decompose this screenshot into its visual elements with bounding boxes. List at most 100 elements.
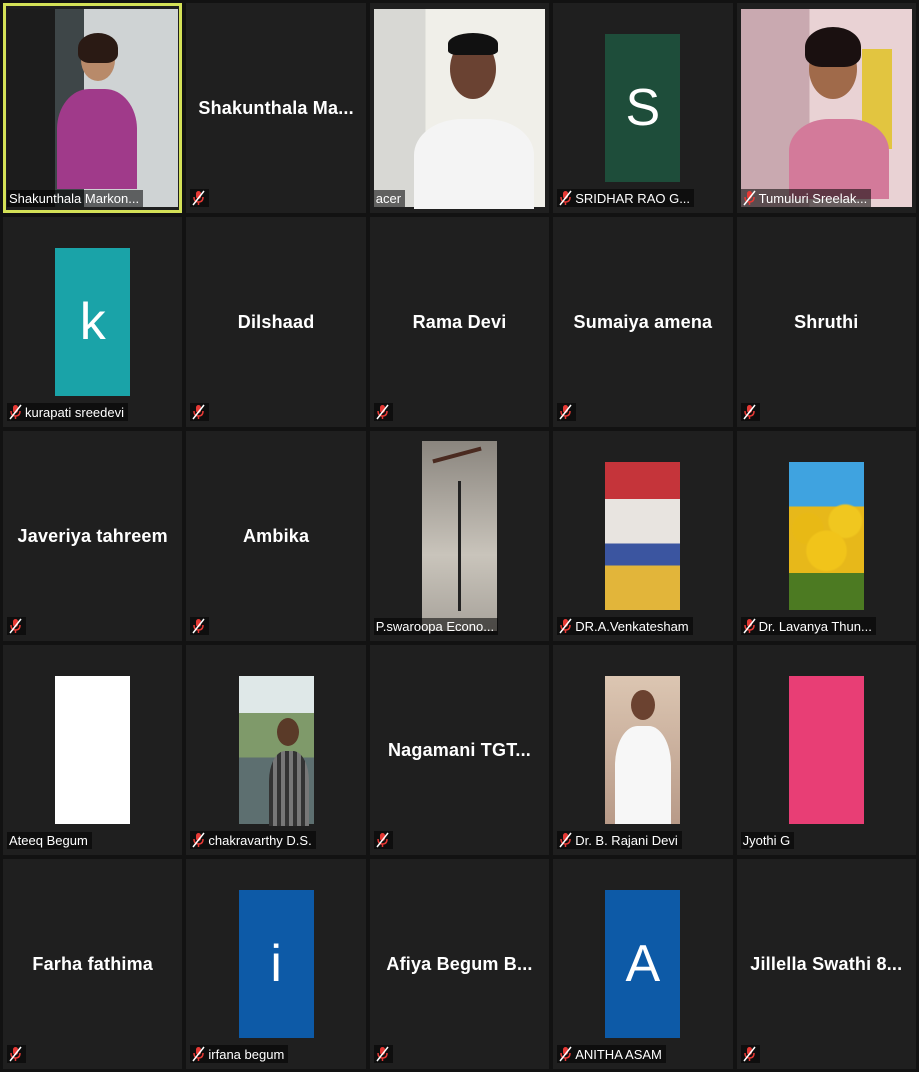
muted-mic-icon xyxy=(192,1046,205,1062)
avatar: i xyxy=(238,890,314,1038)
participant-tile[interactable]: Ateeq Begum xyxy=(3,645,183,855)
participant-name-center: Sumaiya amena xyxy=(573,311,713,332)
participant-label xyxy=(740,403,760,421)
participant-name: Shakunthala Markon... xyxy=(9,191,140,206)
participant-label: Dr. B. Rajani Devi xyxy=(557,831,682,849)
participant-tile[interactable]: Shruthi xyxy=(736,217,916,427)
participant-tile[interactable]: Jillella Swathi 8... xyxy=(736,859,916,1069)
avatar: k xyxy=(55,248,131,396)
participant-tile[interactable]: Jyothi G xyxy=(736,645,916,855)
participant-label: Jyothi G xyxy=(740,832,795,849)
profile-photo xyxy=(788,462,864,610)
avatar-letter: i xyxy=(270,935,282,993)
participant-tile[interactable]: Ambika xyxy=(186,431,366,641)
participant-name-center: Javeriya tahreem xyxy=(17,525,168,546)
participant-label: P.swaroopa Econo... xyxy=(373,618,499,635)
profile-photo xyxy=(605,676,681,824)
avatar: S xyxy=(605,34,681,182)
participant-label xyxy=(557,403,577,421)
muted-mic-icon xyxy=(559,404,572,420)
muted-mic-icon xyxy=(192,190,205,206)
participant-video xyxy=(7,9,179,207)
muted-mic-icon xyxy=(559,1046,572,1062)
participant-label: ANITHA ASAM xyxy=(557,1045,666,1063)
muted-mic-icon xyxy=(743,190,756,206)
participant-label xyxy=(190,617,210,635)
muted-mic-icon xyxy=(9,1046,22,1062)
profile-photo xyxy=(238,676,314,826)
participant-label xyxy=(740,1045,760,1063)
participant-label xyxy=(190,403,210,421)
participant-name: chakravarthy D.S. xyxy=(208,832,312,848)
participant-name: P.swaroopa Econo... xyxy=(375,619,495,634)
participant-label xyxy=(7,1045,26,1063)
participant-name-center: Jillella Swathi 8... xyxy=(750,953,903,974)
muted-mic-icon xyxy=(376,1046,389,1062)
participant-label: SRIDHAR RAO G... xyxy=(557,189,695,207)
muted-mic-icon xyxy=(559,618,572,634)
participant-tile[interactable]: Farha fathima xyxy=(3,859,183,1069)
participant-name-center: Farha fathima xyxy=(32,953,154,974)
participant-name-center: Afiya Begum B... xyxy=(386,953,533,974)
participant-tile[interactable]: chakravarthy D.S. xyxy=(186,645,366,855)
participant-gallery: Shakunthala Markon... Shakunthala Ma... ac… xyxy=(0,0,919,1072)
participant-name: Ateeq Begum xyxy=(9,833,88,848)
participant-tile[interactable]: k kurapati sreedevi xyxy=(3,217,183,427)
avatar-letter: A xyxy=(625,935,661,993)
participant-label: DR.A.Venkatesham xyxy=(557,617,693,635)
participant-name-center: Dilshaad xyxy=(237,311,315,332)
profile-photo xyxy=(421,441,497,631)
participant-name: kurapati sreedevi xyxy=(25,404,124,420)
participant-tile[interactable]: S SRIDHAR RAO G... xyxy=(553,3,733,213)
participant-label: Ateeq Begum xyxy=(7,832,92,849)
participant-tile[interactable]: Tumuluri Sreelak... xyxy=(736,3,916,213)
muted-mic-icon xyxy=(743,618,756,634)
participant-label: Dr. Lavanya Thun... xyxy=(740,617,876,635)
participant-tile[interactable]: Shakunthala Ma... xyxy=(186,3,366,213)
participant-tile[interactable]: DR.A.Venkatesham xyxy=(553,431,733,641)
participant-tile[interactable]: Afiya Begum B... xyxy=(369,859,550,1069)
participant-name-center: Nagamani TGT... xyxy=(387,739,531,760)
participant-tile[interactable]: Javeriya tahreem xyxy=(3,431,183,641)
muted-mic-icon xyxy=(9,404,22,420)
muted-mic-icon xyxy=(192,404,205,420)
participant-tile[interactable]: Rama Devi xyxy=(369,217,550,427)
participant-label: kurapati sreedevi xyxy=(7,403,128,421)
participant-tile[interactable]: acer xyxy=(369,3,550,213)
participant-label: Tumuluri Sreelak... xyxy=(740,189,872,207)
participant-tile[interactable]: Shakunthala Markon... xyxy=(3,3,183,213)
muted-mic-icon xyxy=(376,404,389,420)
muted-mic-icon xyxy=(559,832,572,848)
participant-name: Dr. B. Rajani Devi xyxy=(575,832,678,848)
participant-label: chakravarthy D.S. xyxy=(190,831,316,849)
participant-label xyxy=(373,1045,393,1063)
participant-tile[interactable]: A ANITHA ASAM xyxy=(553,859,733,1069)
participant-tile[interactable]: Nagamani TGT... xyxy=(369,645,550,855)
participant-tile[interactable]: P.swaroopa Econo... xyxy=(369,431,550,641)
participant-name: Jyothi G xyxy=(742,833,791,848)
participant-tile[interactable]: i irfana begum xyxy=(186,859,366,1069)
participant-name-center: Shruthi xyxy=(794,311,859,332)
participant-tile[interactable]: Sumaiya amena xyxy=(553,217,733,427)
participant-name: irfana begum xyxy=(208,1046,285,1062)
muted-mic-icon xyxy=(559,190,572,206)
participant-name: ANITHA ASAM xyxy=(575,1046,662,1062)
muted-mic-icon xyxy=(743,404,756,420)
participant-label: irfana begum xyxy=(190,1045,289,1063)
participant-tile[interactable]: Dilshaad xyxy=(186,217,366,427)
participant-tile[interactable]: Dr. Lavanya Thun... xyxy=(736,431,916,641)
avatar-letter: k xyxy=(79,293,106,351)
participant-name-center: Rama Devi xyxy=(412,311,507,332)
participant-name: DR.A.Venkatesham xyxy=(575,618,689,634)
participant-label xyxy=(373,831,393,849)
participant-tile[interactable]: Dr. B. Rajani Devi xyxy=(553,645,733,855)
participant-label: acer xyxy=(373,190,406,207)
muted-mic-icon xyxy=(192,832,205,848)
participant-name: SRIDHAR RAO G... xyxy=(575,190,691,206)
participant-name-center: Ambika xyxy=(242,525,310,546)
profile-photo xyxy=(788,676,864,824)
muted-mic-icon xyxy=(192,618,205,634)
muted-mic-icon xyxy=(376,832,389,848)
muted-mic-icon xyxy=(743,1046,756,1062)
profile-photo xyxy=(605,462,681,610)
